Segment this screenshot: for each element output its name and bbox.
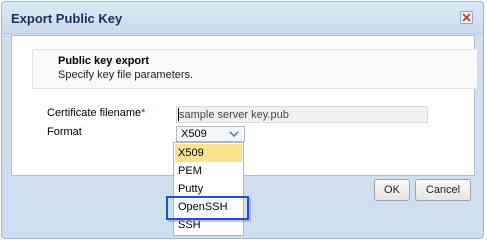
format-dropdown-list: X509 PEM Putty OpenSSH SSH bbox=[173, 142, 244, 236]
format-label: Format bbox=[47, 126, 82, 138]
section-title: Public key export bbox=[58, 55, 150, 67]
certificate-filename-label-text: Certificate filename bbox=[47, 107, 142, 119]
format-option-pem[interactable]: PEM bbox=[175, 162, 242, 180]
certificate-filename-label: Certificate filename* bbox=[47, 107, 145, 119]
close-button[interactable] bbox=[460, 11, 473, 24]
format-select-value: X509 bbox=[181, 128, 207, 140]
format-option-x509[interactable]: X509 bbox=[175, 144, 242, 162]
chevron-down-icon bbox=[229, 131, 239, 138]
openssh-highlight-box bbox=[166, 196, 249, 220]
certificate-filename-input[interactable] bbox=[176, 106, 428, 123]
section-subtitle: Specify key file parameters. bbox=[58, 69, 194, 81]
required-marker: * bbox=[141, 107, 146, 119]
close-icon bbox=[462, 13, 471, 22]
text-cursor bbox=[178, 108, 179, 121]
section-header: Public key export Specify key file param… bbox=[32, 49, 477, 89]
format-select[interactable]: X509 bbox=[176, 126, 245, 142]
dialog-titlebar: Export Public Key bbox=[2, 2, 483, 34]
cancel-button[interactable]: Cancel bbox=[415, 179, 471, 201]
dialog-title: Export Public Key bbox=[11, 11, 123, 26]
ok-button[interactable]: OK bbox=[374, 179, 410, 201]
